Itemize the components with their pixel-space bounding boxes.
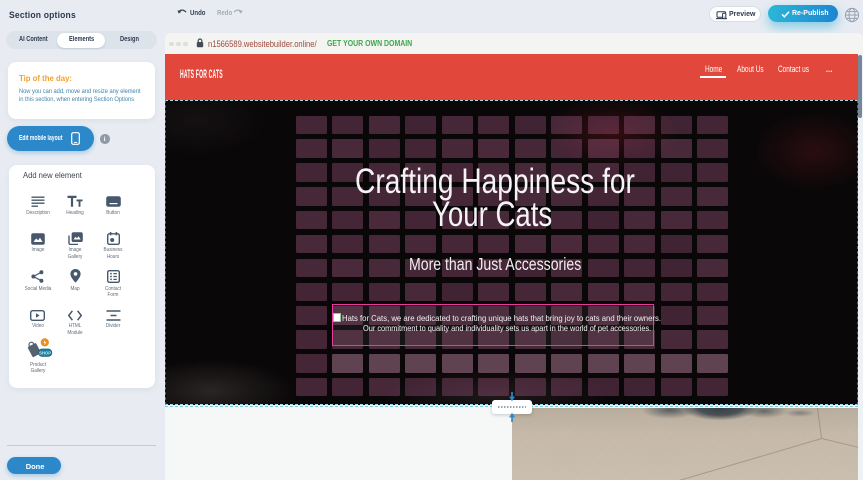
- svg-text:SHOP: SHOP: [39, 351, 51, 356]
